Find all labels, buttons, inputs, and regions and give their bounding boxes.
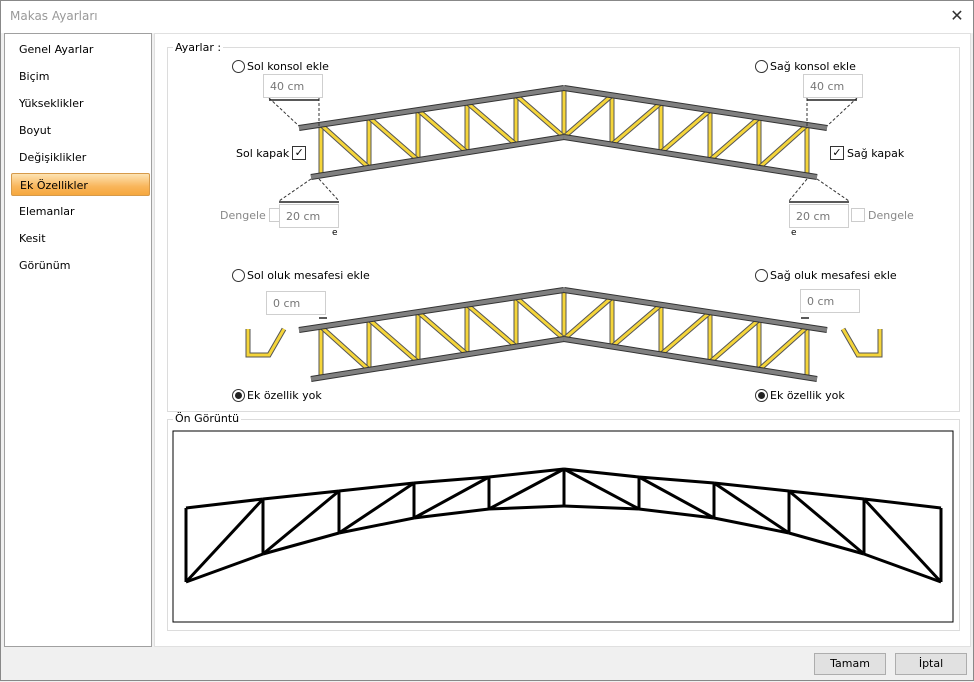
- truss-diagonal: [709, 116, 760, 162]
- right-balance-sub: e: [791, 228, 797, 238]
- truss-diagonal: [563, 94, 613, 139]
- right-gutter-radio[interactable]: Sağ oluk mesafesi ekle: [755, 269, 897, 282]
- truss-drawings: [172, 85, 954, 623]
- left-console-input[interactable]: 40 cm: [263, 74, 323, 98]
- left-gutter-icon: [245, 327, 287, 358]
- preview-canvas: [172, 430, 954, 623]
- check-icon[interactable]: ✓: [292, 146, 307, 160]
- left-balance-sub: e: [332, 228, 338, 238]
- checkbox-box[interactable]: [851, 208, 865, 222]
- truss-diagonal: [466, 101, 517, 146]
- right-cap-label: Sağ kapak: [847, 146, 905, 160]
- right-console-label: Sağ konsol ekle: [770, 60, 856, 73]
- radio-circle[interactable]: [232, 60, 245, 73]
- truss-diagram-top: [298, 85, 828, 180]
- truss-diagonal: [758, 325, 808, 371]
- left-console-label: Sol konsol ekle: [247, 60, 329, 73]
- truss-chord: [563, 135, 818, 179]
- truss-diagonal: [417, 108, 468, 154]
- left-gutter-label: Sol oluk mesafesi ekle: [247, 269, 370, 282]
- right-gutter-icon: [840, 327, 883, 358]
- truss-chord: [310, 135, 565, 179]
- truss-diagonal: [417, 310, 468, 356]
- dialog-window: Makas Ayarları ✕ Genel Ayarlar Biçim Yük…: [0, 0, 974, 681]
- right-console-input[interactable]: 40 cm: [803, 74, 863, 98]
- truss-diagram-bottom: [298, 287, 828, 382]
- radio-circle[interactable]: [755, 389, 768, 402]
- truss-diagonal: [611, 303, 662, 348]
- truss-diagonal: [515, 296, 565, 341]
- right-balance-checkbox[interactable]: Dengele: [851, 208, 914, 222]
- ok-button[interactable]: Tamam: [814, 653, 886, 675]
- left-cap-label: Sol kapak: [236, 146, 290, 160]
- truss-diagonal: [709, 318, 760, 364]
- truss-diagonal: [515, 94, 565, 139]
- cancel-button[interactable]: İptal: [895, 653, 967, 675]
- left-gutter-radio[interactable]: Sol oluk mesafesi ekle: [232, 269, 370, 282]
- right-none-radio[interactable]: Ek özellik yok: [755, 389, 845, 402]
- truss-diagonal: [758, 123, 808, 169]
- truss-chord: [310, 337, 565, 381]
- right-cap-checkbox[interactable]: ✓ Sağ kapak: [830, 146, 904, 160]
- right-balance-label: Dengele: [868, 208, 914, 222]
- right-none-label: Ek özellik yok: [770, 389, 845, 402]
- truss-diagonal: [466, 303, 517, 348]
- right-balance-input[interactable]: 20 cm: [789, 204, 849, 228]
- left-balance-checkbox[interactable]: Dengele: [220, 208, 283, 222]
- radio-circle[interactable]: [232, 269, 245, 282]
- left-none-label: Ek özellik yok: [247, 389, 322, 402]
- check-icon[interactable]: ✓: [830, 146, 844, 160]
- radio-circle[interactable]: [232, 389, 245, 402]
- left-cap-checkbox[interactable]: Sol kapak ✓: [236, 146, 307, 160]
- right-console-radio[interactable]: Sağ konsol ekle: [755, 60, 856, 73]
- left-balance-input[interactable]: 20 cm: [279, 204, 339, 228]
- right-gutter-label: Sağ oluk mesafesi ekle: [770, 269, 897, 282]
- truss-diagonal: [319, 123, 371, 169]
- left-balance-label: Dengele: [220, 208, 266, 222]
- left-none-radio[interactable]: Ek özellik yok: [232, 389, 322, 402]
- left-gutter-input[interactable]: 0 cm: [266, 291, 326, 315]
- truss-diagonal: [611, 101, 662, 146]
- radio-circle[interactable]: [755, 60, 768, 73]
- truss-diagonal: [368, 116, 419, 162]
- truss-diagonal: [660, 109, 711, 154]
- truss-diagonal: [563, 296, 613, 341]
- left-console-radio[interactable]: Sol konsol ekle: [232, 60, 329, 73]
- truss-diagonal: [319, 325, 371, 371]
- truss-chord: [563, 337, 818, 381]
- radio-circle[interactable]: [755, 269, 768, 282]
- truss-diagonal: [368, 318, 419, 364]
- right-gutter-input[interactable]: 0 cm: [800, 289, 860, 313]
- truss-diagonal: [660, 311, 711, 356]
